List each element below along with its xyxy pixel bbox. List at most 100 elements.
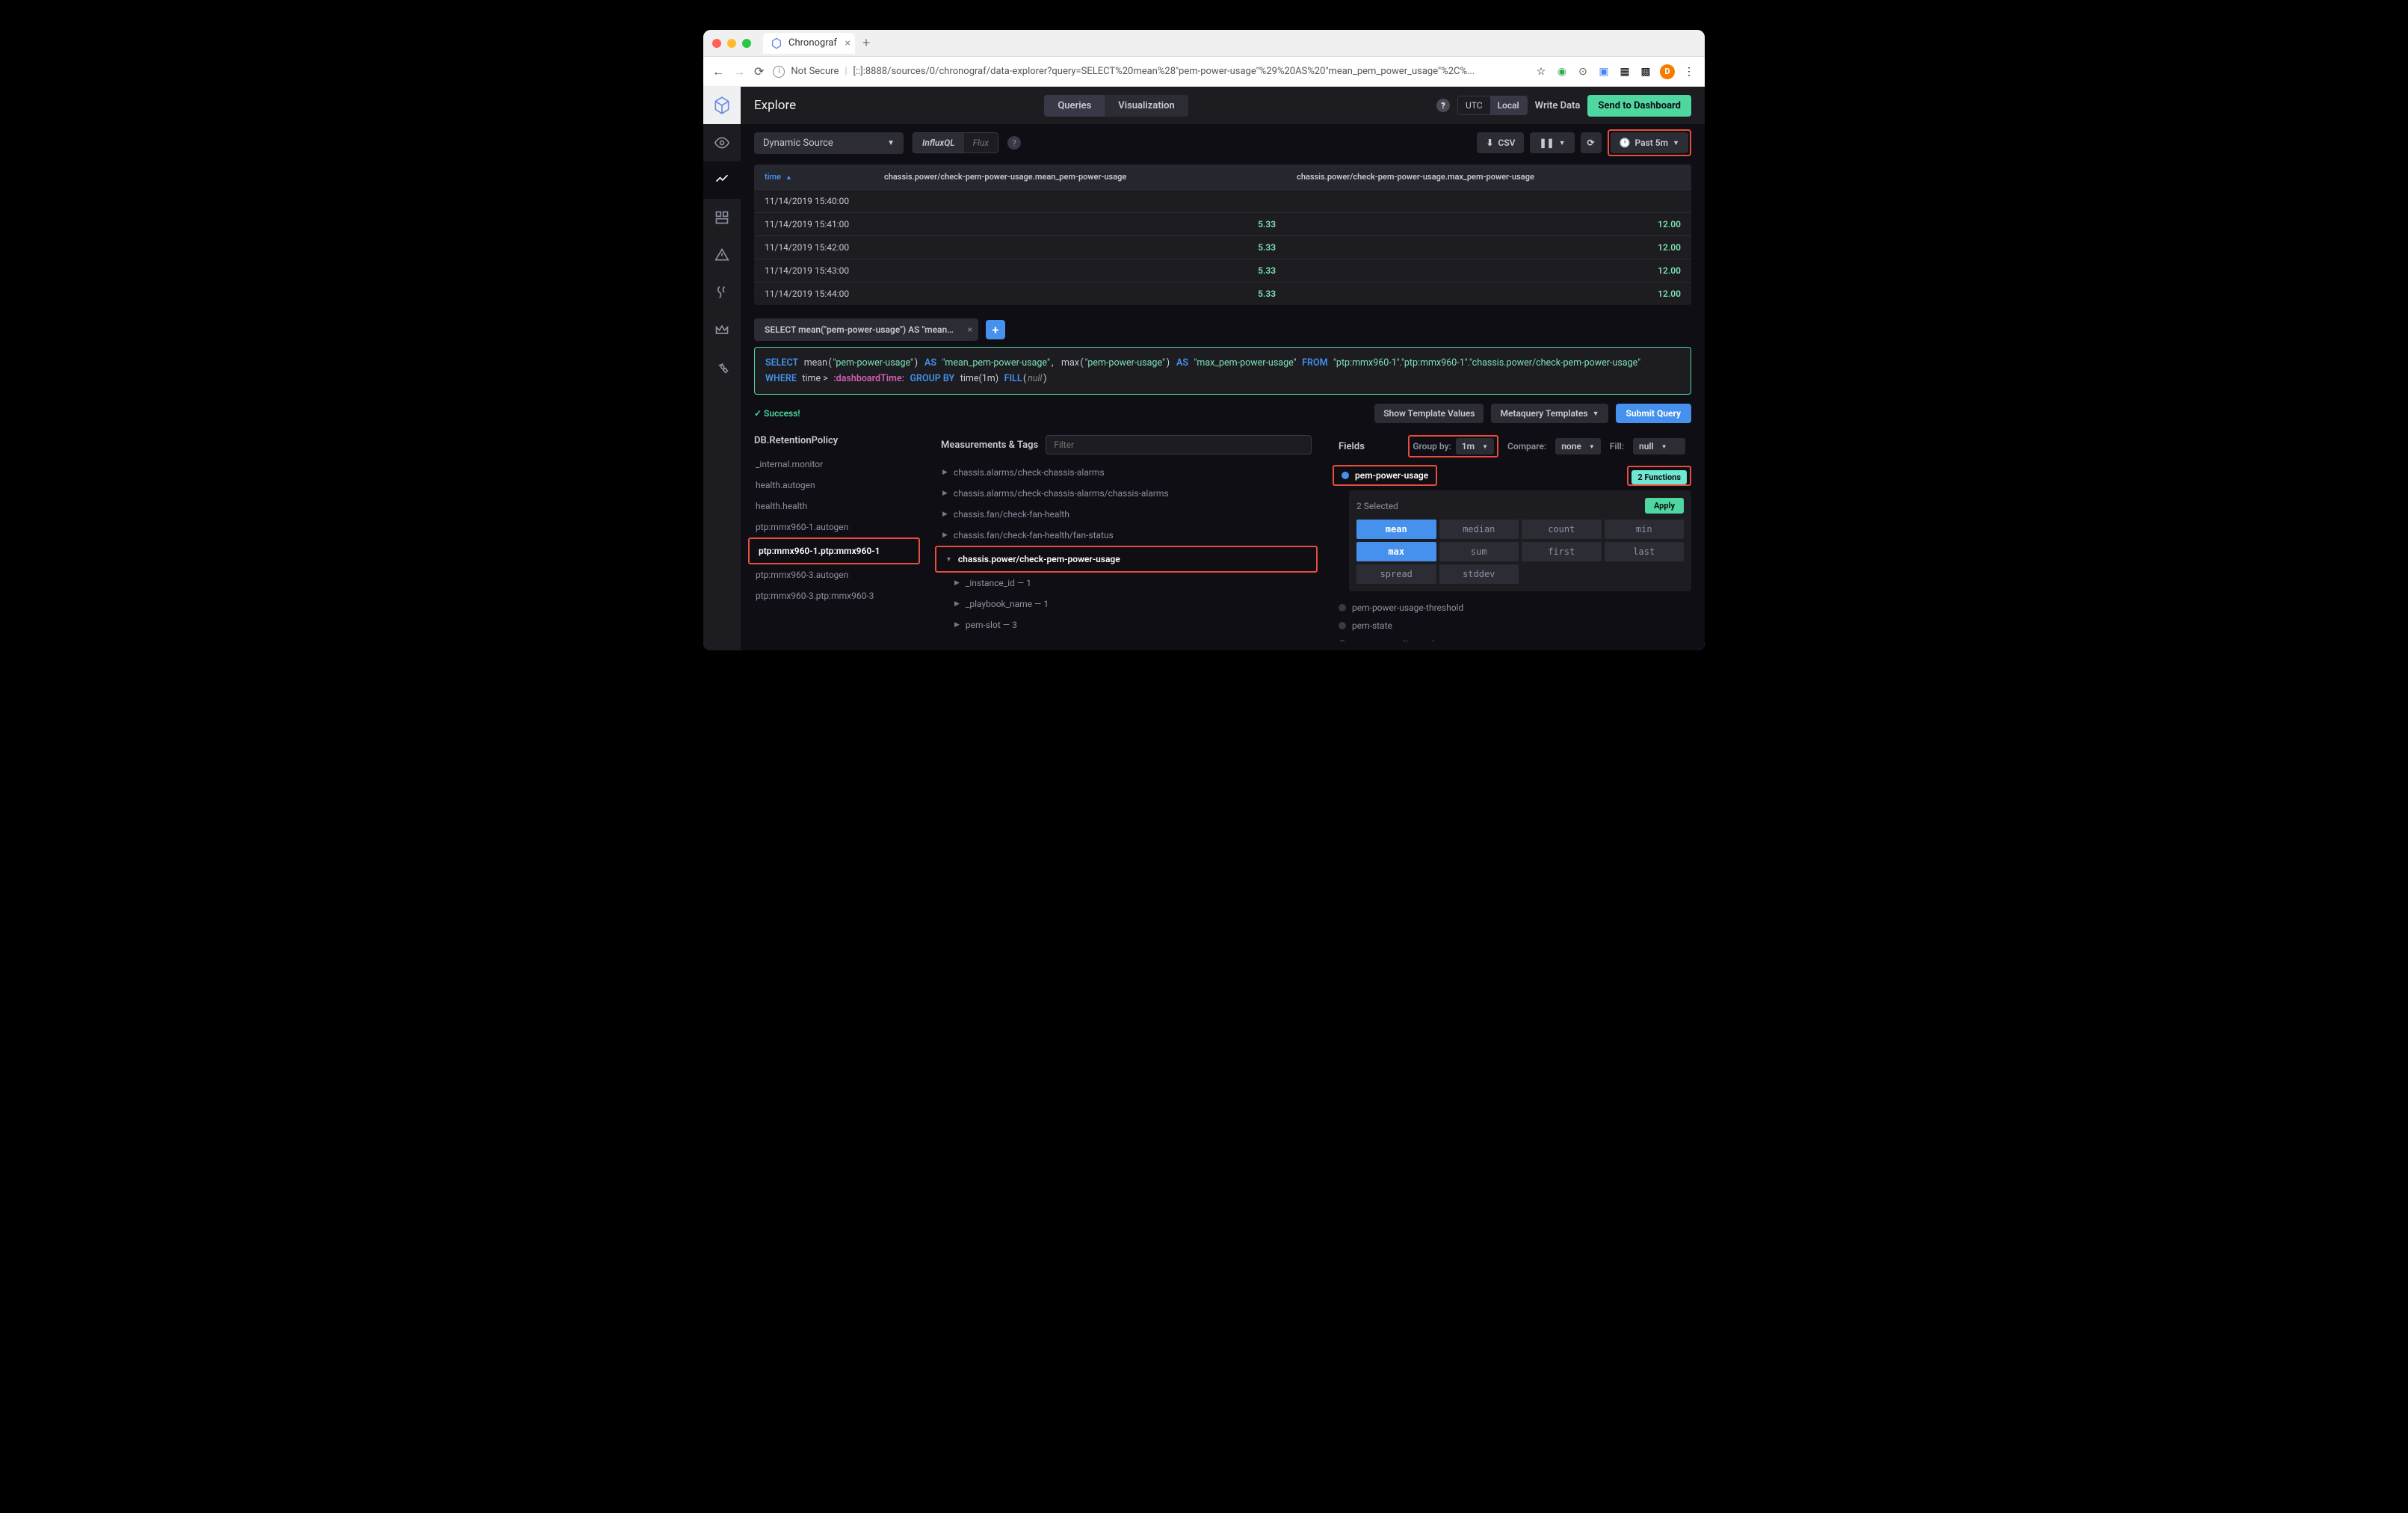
func-count[interactable]: count xyxy=(1522,520,1602,539)
metaquery-templates-dropdown[interactable]: Metaquery Templates ▼ xyxy=(1491,404,1608,423)
query-tab[interactable]: SELECT mean("pem-power-usage") AS "mean_… xyxy=(754,318,978,341)
traffic-lights[interactable] xyxy=(712,39,751,48)
db-item[interactable]: ptp:mmx960-3.autogen xyxy=(748,564,920,585)
tab-queries[interactable]: Queries xyxy=(1044,95,1105,117)
field-item[interactable]: power-capacity-maximum xyxy=(1333,635,1691,641)
submit-query-button[interactable]: Submit Query xyxy=(1616,404,1692,423)
tz-utc[interactable]: UTC xyxy=(1458,96,1490,114)
field-item[interactable]: pem-state xyxy=(1333,617,1691,635)
groupby-dropdown[interactable]: 1m▼ xyxy=(1456,438,1494,454)
results-table: time▲ chassis.power/check-pem-power-usag… xyxy=(754,164,1691,305)
measurements-header: Measurements & Tags xyxy=(935,428,1318,462)
nav-alerts[interactable] xyxy=(703,236,741,274)
func-sum[interactable]: sum xyxy=(1439,542,1519,561)
menu-icon[interactable]: ⋮ xyxy=(1682,65,1696,78)
help-icon[interactable]: ? xyxy=(1436,99,1450,112)
field-item[interactable]: pem-power-usage-threshold xyxy=(1333,599,1691,617)
compare-dropdown[interactable]: none▼ xyxy=(1555,438,1601,454)
measurement-item[interactable]: ▶chassis.fan/check-fan-health/fan-status xyxy=(935,525,1318,546)
chevron-down-icon: ▼ xyxy=(1661,443,1667,450)
db-item[interactable]: _internal.monitor xyxy=(748,454,920,475)
caret-icon: ▶ xyxy=(954,600,960,608)
nav-logs[interactable] xyxy=(703,274,741,311)
nav-admin[interactable] xyxy=(703,311,741,348)
tag-item[interactable]: ▶_playbook_name — 1 xyxy=(935,594,1318,614)
functions-badge[interactable]: 2 Functions xyxy=(1631,470,1687,484)
close-icon[interactable]: × xyxy=(968,324,972,335)
query-builder: DB.RetentionPolicy _internal.monitorheal… xyxy=(741,428,1705,650)
back-button[interactable]: ← xyxy=(712,64,724,79)
tag-item[interactable]: ▶_instance_id — 1 xyxy=(935,573,1318,594)
field-indicator-icon xyxy=(1339,640,1346,641)
write-data-button[interactable]: Write Data xyxy=(1535,100,1581,111)
measurement-item[interactable]: ▶chassis.alarms/check-chassis-alarms/cha… xyxy=(935,483,1318,504)
tag-item[interactable]: ▶pem-slot — 3 xyxy=(935,614,1318,635)
measurement-item[interactable]: ▶chassis.fan/check-fan-health xyxy=(935,504,1318,525)
func-mean[interactable]: mean xyxy=(1356,520,1436,539)
db-item[interactable]: health.health xyxy=(748,496,920,517)
measurement-item[interactable]: ▼chassis.power/check-pem-power-usage xyxy=(938,549,1315,570)
table-row: 11/14/2019 15:42:005.3312.00 xyxy=(754,236,1691,259)
clock-icon: 🕐 xyxy=(1620,138,1631,148)
refresh-button[interactable]: ⟳ xyxy=(1581,132,1602,153)
lang-influxql[interactable]: InfluxQL xyxy=(913,133,964,152)
lang-flux[interactable]: Flux xyxy=(964,133,998,152)
func-min[interactable]: min xyxy=(1605,520,1685,539)
source-dropdown[interactable]: Dynamic Source ▼ xyxy=(754,132,904,154)
star-icon[interactable]: ☆ xyxy=(1534,65,1548,78)
db-item[interactable]: ptp:mmx960-1.ptp:mmx960-1 xyxy=(751,540,917,561)
send-to-dashboard-button[interactable]: Send to Dashboard xyxy=(1587,95,1691,117)
func-spread[interactable]: spread xyxy=(1356,564,1436,584)
crown-icon xyxy=(714,322,729,337)
filter-input[interactable] xyxy=(1046,435,1312,454)
func-stddev[interactable]: stddev xyxy=(1439,564,1519,584)
ext5-icon[interactable]: ▩ xyxy=(1639,65,1652,78)
time-range-dropdown[interactable]: 🕐Past 5m▼ xyxy=(1611,132,1688,153)
add-query-button[interactable]: + xyxy=(986,320,1005,339)
browser-tab[interactable]: Chronograf × xyxy=(763,33,855,54)
ext3-icon[interactable]: ▣ xyxy=(1597,65,1611,78)
reload-button[interactable]: ⟳ xyxy=(754,64,764,78)
db-item[interactable]: health.autogen xyxy=(748,475,920,496)
tag-item[interactable]: ▶chassis.power/check-pem-power-usage/pem… xyxy=(935,635,1318,641)
timezone-toggle: UTC Local xyxy=(1457,96,1528,115)
address-bar[interactable]: i Not Secure | [::]:8888/sources/0/chron… xyxy=(773,66,1525,78)
pause-button[interactable]: ❚❚ ▼ xyxy=(1530,132,1574,153)
fill-dropdown[interactable]: null▼ xyxy=(1633,438,1685,454)
func-last[interactable]: last xyxy=(1605,542,1685,561)
nav-config[interactable] xyxy=(703,348,741,386)
csv-button[interactable]: ⬇CSV xyxy=(1477,132,1524,153)
func-max[interactable]: max xyxy=(1356,542,1436,561)
ext1-icon[interactable]: ◉ xyxy=(1555,65,1569,78)
app-logo[interactable] xyxy=(703,87,741,124)
col-time[interactable]: time▲ xyxy=(754,164,874,190)
new-tab-button[interactable]: + xyxy=(862,35,870,51)
func-median[interactable]: median xyxy=(1439,520,1519,539)
ext4-icon[interactable]: ▦ xyxy=(1618,65,1631,78)
query-toolbar: Dynamic Source ▼ InfluxQL Flux ? ⬇CSV ❚❚… xyxy=(741,124,1705,161)
tz-local[interactable]: Local xyxy=(1490,96,1527,114)
col-mean[interactable]: chassis.power/check-pem-power-usage.mean… xyxy=(874,164,1286,190)
ext2-icon[interactable]: ⊙ xyxy=(1576,65,1590,78)
nav-status[interactable] xyxy=(703,124,741,161)
profile-avatar[interactable]: D xyxy=(1660,64,1675,79)
field-indicator-icon xyxy=(1339,622,1346,629)
col-max[interactable]: chassis.power/check-pem-power-usage.max_… xyxy=(1286,164,1691,190)
lang-help-icon[interactable]: ? xyxy=(1007,136,1021,150)
tab-visualization[interactable]: Visualization xyxy=(1105,95,1188,117)
not-secure-label: Not Secure xyxy=(791,66,839,77)
download-icon: ⬇ xyxy=(1486,138,1493,148)
close-tab-icon[interactable]: × xyxy=(845,37,850,49)
field-pem-power-usage[interactable]: pem-power-usage xyxy=(1337,468,1433,483)
browser-extensions: ☆ ◉ ⊙ ▣ ▦ ▩ D ⋮ xyxy=(1534,64,1696,79)
show-template-values-button[interactable]: Show Template Values xyxy=(1374,404,1484,423)
db-item[interactable]: ptp:mmx960-1.autogen xyxy=(748,517,920,537)
nav-explore[interactable] xyxy=(703,161,741,199)
query-editor[interactable]: SELECT mean("pem-power-usage") AS "mean_… xyxy=(754,347,1691,395)
apply-button[interactable]: Apply xyxy=(1645,498,1684,514)
db-item[interactable]: ptp:mmx960-3.ptp:mmx960-3 xyxy=(748,585,920,606)
measurement-item[interactable]: ▶chassis.alarms/check-chassis-alarms xyxy=(935,462,1318,483)
nav-dashboards[interactable] xyxy=(703,199,741,236)
site-info-icon[interactable]: i xyxy=(773,66,785,78)
func-first[interactable]: first xyxy=(1522,542,1602,561)
